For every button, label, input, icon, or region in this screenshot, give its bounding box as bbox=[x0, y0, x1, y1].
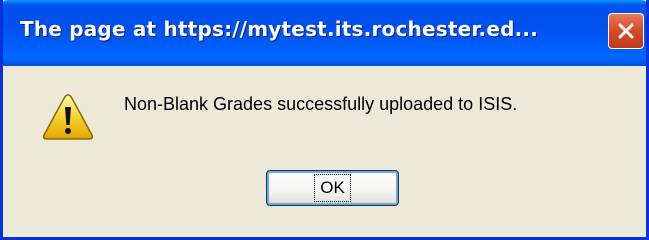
close-button[interactable] bbox=[608, 13, 644, 49]
title-bar[interactable]: The page at https://mytest.its.rochester… bbox=[3, 0, 646, 66]
window-title: The page at https://mytest.its.rochester… bbox=[20, 17, 539, 41]
close-icon bbox=[618, 23, 634, 39]
dialog-message: Non-Blank Grades successfully uploaded t… bbox=[124, 94, 518, 114]
warning-icon bbox=[42, 94, 94, 140]
ok-button[interactable]: OK bbox=[266, 170, 399, 206]
ok-button-label: OK bbox=[314, 174, 351, 202]
alert-dialog: The page at https://mytest.its.rochester… bbox=[0, 0, 649, 240]
